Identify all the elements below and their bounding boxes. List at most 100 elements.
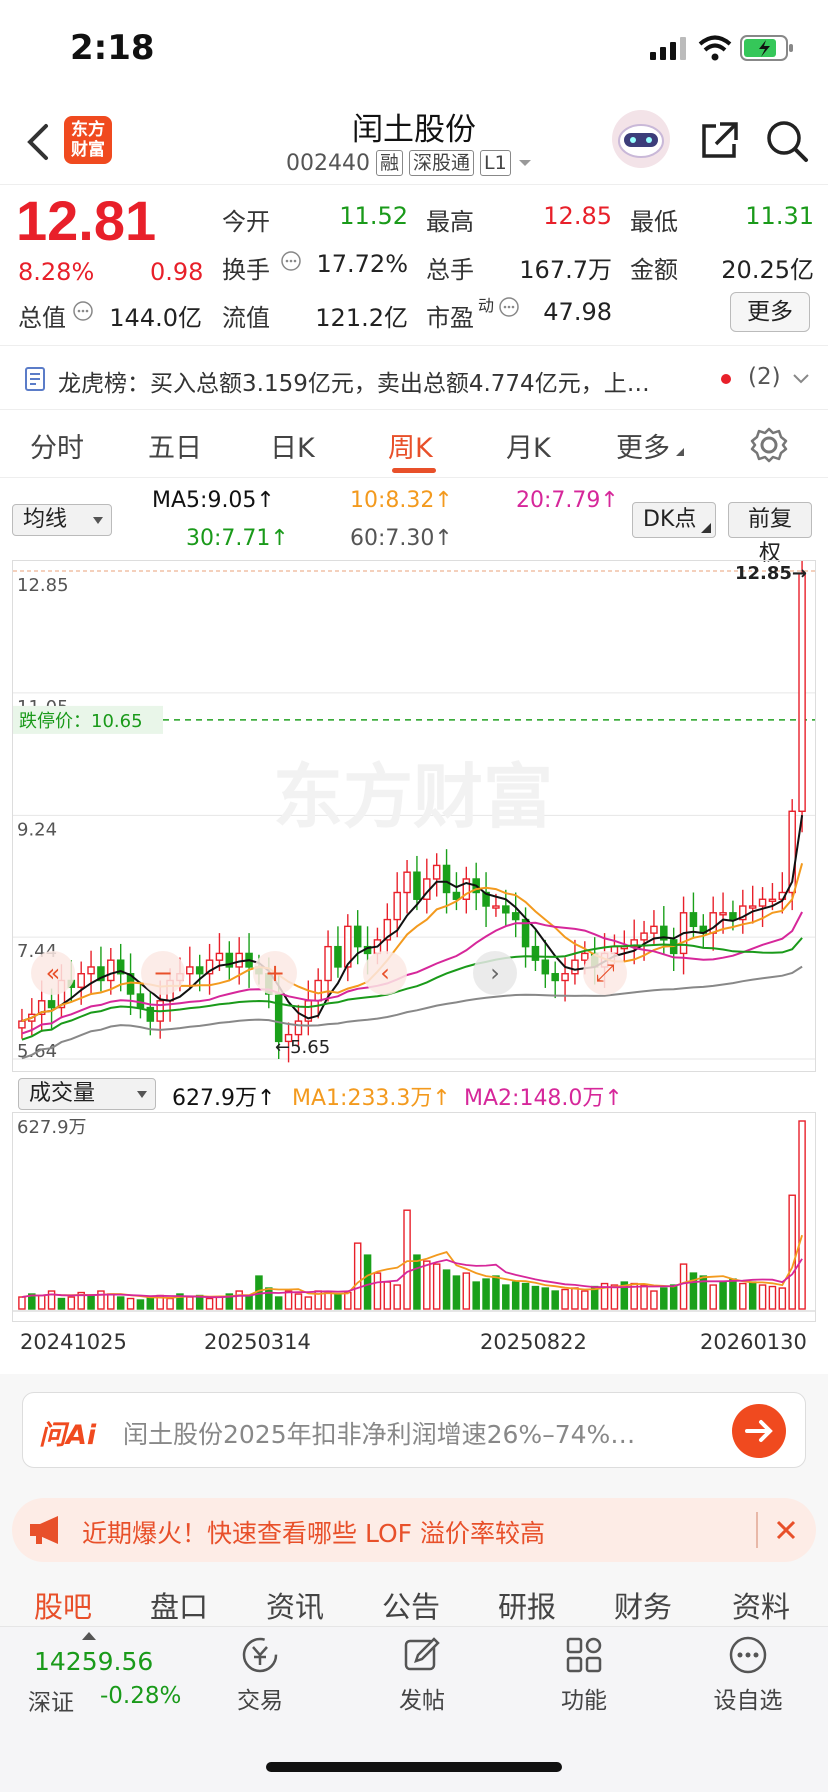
ma60-value: 60:7.30↑ — [350, 526, 453, 551]
trade-label: 交易 — [237, 1688, 283, 1714]
tab-forum[interactable]: 股吧 — [34, 1584, 92, 1626]
volume-ma2: MA2:148.0万↑ — [464, 1086, 623, 1111]
float-label: 流值 — [222, 304, 270, 332]
candle-body — [274, 993, 283, 1043]
ma10-value: 10:8.32↑ — [350, 488, 453, 513]
more-button[interactable]: 更多 — [730, 292, 810, 332]
trade-button[interactable]: 交易 — [220, 1635, 300, 1715]
content-tabs: 股吧 盘口 资讯 公告 研报 财务 资料 — [0, 1574, 828, 1626]
post-label: 发帖 — [399, 1688, 445, 1714]
home-indicator — [266, 1762, 562, 1772]
banner-text: 近期爆火！快速查看哪些 LOF 溢价率较高 — [82, 1519, 545, 1548]
volume-bar — [265, 1287, 273, 1310]
share-icon[interactable] — [698, 120, 740, 162]
volume-bar — [107, 1293, 115, 1310]
unread-dot-icon — [721, 374, 731, 384]
amount-label: 金额 — [630, 256, 678, 284]
close-icon[interactable] — [774, 1518, 798, 1542]
info-icon[interactable] — [72, 300, 94, 322]
candle-body — [47, 1000, 56, 1009]
volume-value: 627.9万↑ — [172, 1086, 276, 1111]
settings-gear-icon[interactable] — [750, 426, 788, 464]
volume-bar — [729, 1278, 737, 1310]
index-value[interactable]: 14259.56 — [34, 1647, 153, 1676]
volume-indicator-select[interactable]: 成交量 — [18, 1078, 156, 1110]
signal-icon — [650, 37, 686, 60]
y-tick-label: 12.85 — [17, 575, 69, 596]
watchlist-button[interactable]: 设自选 — [700, 1635, 796, 1715]
robot-assistant-icon[interactable] — [610, 108, 672, 170]
volume-bar — [610, 1284, 619, 1310]
volume-bar — [116, 1296, 125, 1310]
volume-bar — [274, 1296, 283, 1310]
tab-more[interactable]: 更多 — [616, 426, 670, 465]
candle-body — [107, 959, 115, 982]
volume-bar — [294, 1293, 303, 1310]
tab-announcements[interactable]: 公告 — [382, 1584, 440, 1626]
tab-daily[interactable]: 日K — [270, 426, 315, 465]
low-value: 11.31 — [745, 202, 814, 230]
tab-orderbook[interactable]: 盘口 — [150, 1584, 208, 1626]
battery-icon — [740, 35, 793, 61]
tab-news[interactable]: 资讯 — [266, 1584, 324, 1626]
candle-body — [571, 959, 579, 975]
tab-monthly[interactable]: 月K — [506, 426, 551, 465]
dk-point-button[interactable]: DK点 — [632, 502, 716, 538]
ai-question-bar[interactable]: 问Ai 闰土股份2025年扣非净利润增速26%–74%… — [22, 1392, 806, 1468]
tab-research[interactable]: 研报 — [498, 1584, 556, 1626]
tab-intraday[interactable]: 分时 — [30, 426, 84, 465]
low-marker: ←5.65 — [275, 1037, 330, 1058]
volume-bar — [67, 1296, 76, 1310]
tab-weekly[interactable]: 周K — [388, 426, 433, 465]
open-value: 11.52 — [339, 202, 408, 230]
volume-bar — [245, 1294, 253, 1310]
volume-bar — [679, 1263, 688, 1310]
volume-bar — [344, 1291, 352, 1310]
turnover-label: 换手 — [222, 256, 270, 284]
volume-bar — [521, 1282, 530, 1310]
volume-label: 总手 — [426, 256, 474, 284]
tab-five-day[interactable]: 五日 — [148, 426, 202, 465]
candle-body — [186, 966, 194, 975]
volume-bar — [136, 1299, 145, 1310]
price-adjust-button[interactable]: 前复权 — [728, 502, 812, 566]
volume-bar — [462, 1272, 471, 1310]
volume-bar — [660, 1287, 668, 1310]
dragon-tiger-row[interactable]: 龙虎榜：买入总额3.159亿元，卖出总额4.774亿元，上… (2) — [0, 348, 828, 410]
volume-bar — [393, 1284, 401, 1310]
lof-banner[interactable]: 近期爆火！快速查看哪些 LOF 溢价率较高 — [12, 1498, 816, 1562]
ma5-value: MA5:9.05↑ — [152, 488, 275, 513]
ma-select[interactable]: 均线 — [12, 504, 112, 536]
candle-body — [334, 945, 342, 968]
banner-divider — [756, 1512, 758, 1548]
candle-body — [413, 871, 421, 900]
dk-label: DK点 — [643, 507, 697, 532]
search-icon[interactable] — [764, 118, 810, 164]
volume-chart[interactable]: 627.9万 — [12, 1112, 816, 1322]
volume-bar — [669, 1284, 678, 1310]
mktcap-value: 144.0亿 — [109, 304, 202, 332]
candle-body — [511, 912, 520, 921]
volume-bar — [689, 1272, 698, 1310]
volume-bar — [432, 1263, 441, 1310]
open-label: 今开 — [222, 208, 270, 236]
watchlist-label: 设自选 — [713, 1688, 783, 1714]
candle-body — [215, 952, 224, 961]
kline-chart[interactable]: 12.8511.059.247.445.64东方财富跌停价：10.6512.85… — [12, 557, 816, 1072]
volume-bar — [87, 1294, 95, 1310]
index-change: -0.28% — [100, 1683, 182, 1709]
volume-bar — [363, 1254, 372, 1310]
post-button[interactable]: 发帖 — [382, 1635, 462, 1715]
volume-bar — [798, 1120, 806, 1310]
tab-profile[interactable]: 资料 — [732, 1584, 790, 1626]
stock-code-row[interactable]: 002440 融 深股通 L1 — [286, 150, 533, 176]
functions-button[interactable]: 功能 — [544, 1635, 624, 1715]
last-price: 12.81 — [16, 189, 157, 252]
info-icon[interactable] — [280, 250, 302, 272]
arrow-right-circle-icon[interactable] — [731, 1403, 787, 1459]
volume-bar — [541, 1287, 550, 1310]
volume-bar — [482, 1278, 490, 1310]
volume-bar — [452, 1275, 461, 1310]
tab-finance[interactable]: 财务 — [614, 1584, 672, 1626]
volume-bar — [324, 1291, 332, 1310]
